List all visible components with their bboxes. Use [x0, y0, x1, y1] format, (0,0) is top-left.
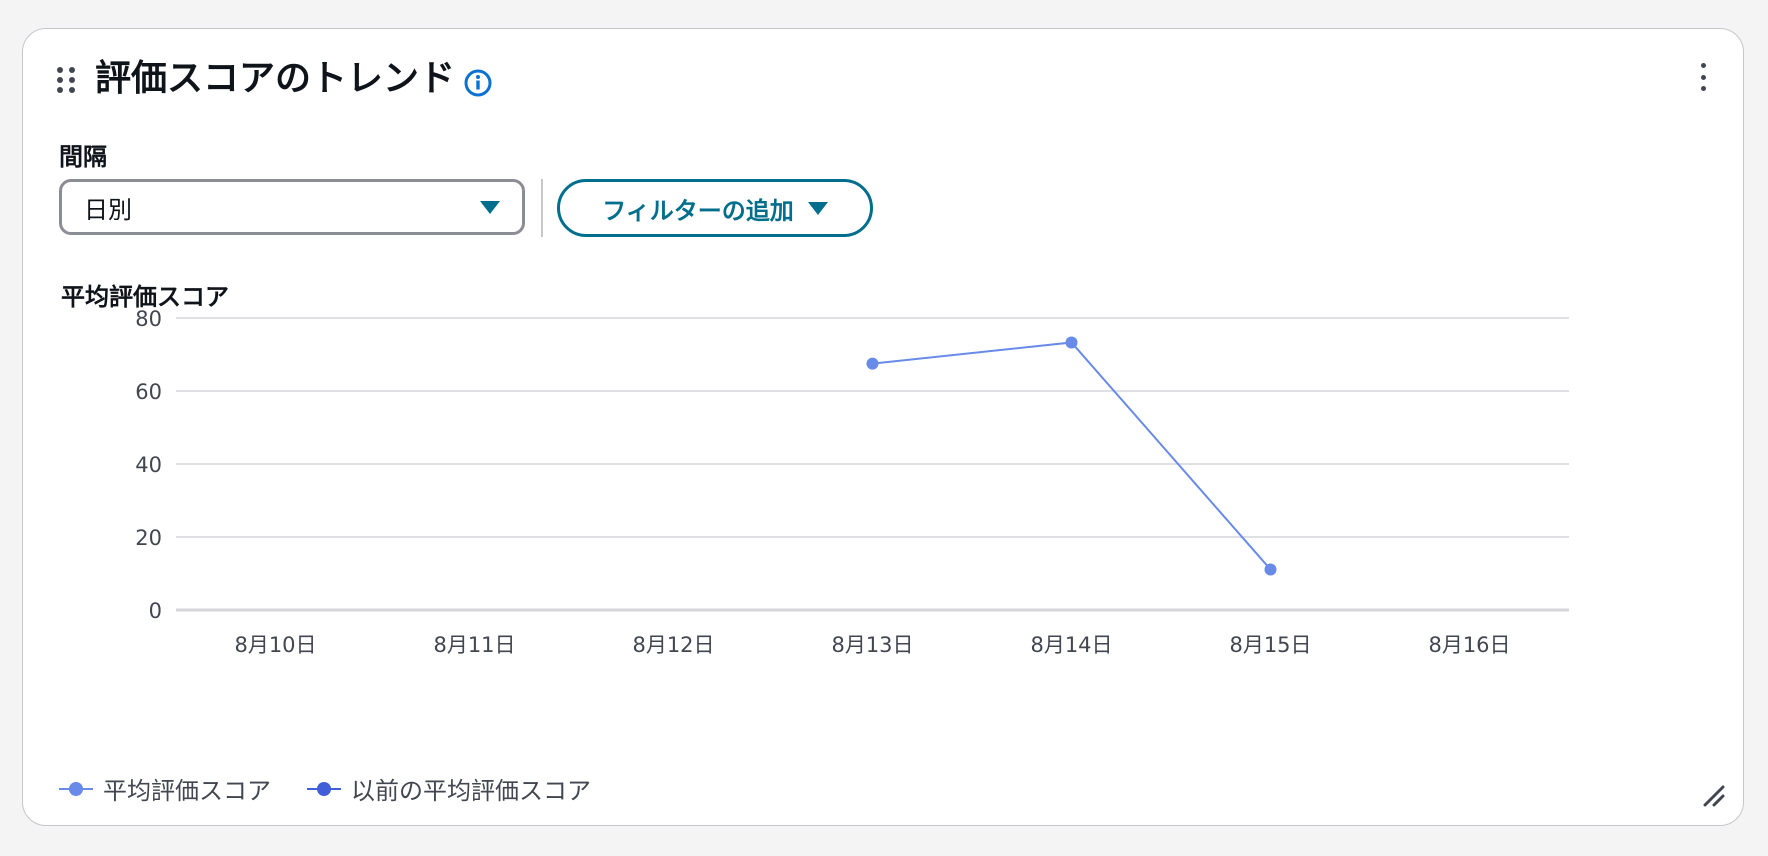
legend-marker-current: [59, 781, 93, 796]
y-tick-label: 40: [135, 453, 162, 477]
x-tick-label: 8月12日: [632, 633, 714, 657]
data-point: [866, 357, 879, 370]
legend-item-previous[interactable]: 以前の平均評価スコア: [307, 771, 591, 806]
x-tick-label: 8月16日: [1428, 633, 1510, 657]
series-line: [872, 341, 1272, 571]
y-tick-label: 80: [135, 307, 162, 331]
y-tick-label: 60: [135, 380, 162, 404]
legend-item-current[interactable]: 平均評価スコア: [59, 771, 271, 806]
legend-label-current: 平均評価スコア: [103, 777, 271, 805]
trend-widget-card: 評価スコアのトレンド 間隔 日別 フィルターの追加 平均評価スコア 0 20 40 6…: [22, 28, 1744, 826]
x-tick-label: 8月11日: [433, 633, 515, 657]
y-tick-label: 0: [149, 599, 162, 623]
chart-legend: 平均評価スコア 以前の平均評価スコア: [59, 771, 591, 806]
data-point: [1065, 336, 1078, 349]
x-tick-label: 8月13日: [831, 633, 913, 657]
y-tick-label: 20: [135, 526, 162, 550]
x-tick-label: 8月14日: [1030, 633, 1112, 657]
line-chart: 0 20 40 60 80 8月10日 8月11日 8月12日 8月13日 8月14日 8月15日 8…: [135, 307, 1569, 657]
legend-label-previous: 以前の平均評価スコア: [351, 777, 591, 805]
x-tick-label: 8月10日: [234, 633, 316, 657]
resize-icon[interactable]: [1701, 783, 1725, 807]
x-tick-label: 8月15日: [1229, 633, 1311, 657]
legend-marker-previous: [307, 781, 341, 796]
data-point: [1264, 563, 1277, 576]
